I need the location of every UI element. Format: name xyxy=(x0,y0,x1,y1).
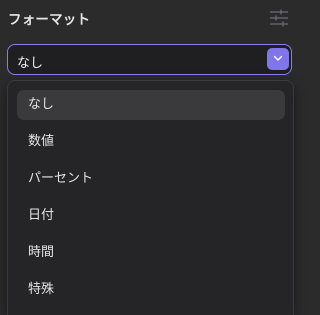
format-panel-title: フォーマット xyxy=(8,12,91,28)
format-select-toggle-button[interactable] xyxy=(267,48,289,70)
format-panel: フォーマット なし なし 数値 パーセント 日付 時間 特殊 xyxy=(0,0,301,315)
format-option-percent[interactable]: パーセント xyxy=(17,164,285,194)
format-dropdown-menu: なし 数値 パーセント 日付 時間 特殊 xyxy=(7,80,294,315)
format-option-time[interactable]: 時間 xyxy=(17,238,285,268)
format-select-value: なし xyxy=(17,56,44,71)
format-option-date[interactable]: 日付 xyxy=(17,201,285,231)
format-option-number[interactable]: 数値 xyxy=(17,127,285,157)
format-option-special[interactable]: 特殊 xyxy=(17,275,285,305)
format-option-none[interactable]: なし xyxy=(17,90,285,120)
sliders-icon[interactable] xyxy=(269,8,289,28)
chevron-down-icon xyxy=(273,55,283,61)
format-select[interactable]: なし xyxy=(7,44,292,75)
